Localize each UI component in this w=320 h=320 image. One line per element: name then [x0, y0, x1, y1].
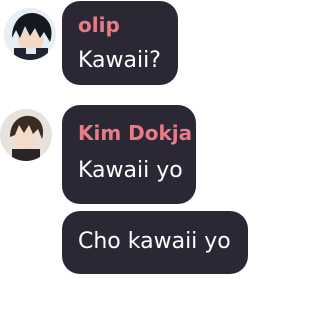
- anime-boy-dark-hair-avatar-icon: [4, 8, 56, 60]
- avatar-olip[interactable]: [4, 8, 56, 60]
- sender-name: olip: [78, 13, 120, 37]
- message-bubble-2[interactable]: Kim Dokja Kawaii yo: [62, 105, 196, 204]
- message-bubble-3[interactable]: Cho kawaii yo: [62, 211, 248, 274]
- avatar-kim-dokja[interactable]: [0, 109, 52, 161]
- message-text: Kawaii?: [78, 48, 161, 73]
- message-bubble-1[interactable]: olip Kawaii?: [62, 1, 178, 85]
- message-text: Kawaii yo: [78, 158, 183, 183]
- message-text: Cho kawaii yo: [78, 229, 231, 254]
- anime-boy-brown-hair-avatar-icon: [0, 109, 52, 161]
- sender-name: Kim Dokja: [78, 121, 193, 145]
